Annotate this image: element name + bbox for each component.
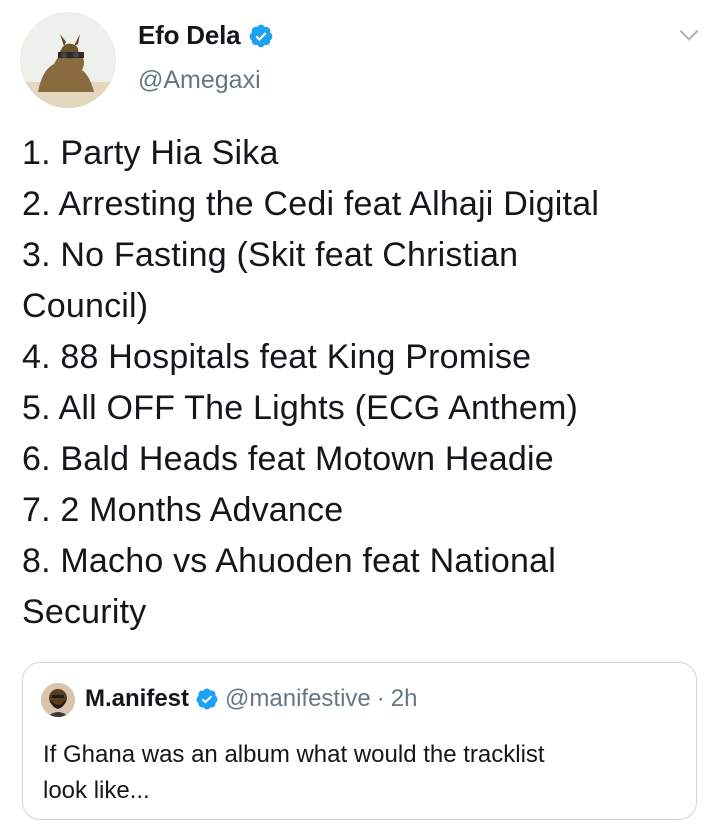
quoted-tweet-header: M.anifest @manifestive · 2h xyxy=(85,685,417,713)
tweet-line: Security xyxy=(22,593,147,631)
tweet-line: 3. No Fasting (Skit feat Christian xyxy=(22,236,519,274)
avatar-image xyxy=(20,12,116,108)
tweet-line: 7. 2 Months Advance xyxy=(22,491,344,529)
tweet-line: 6. Bald Heads feat Motown Headie xyxy=(22,440,554,478)
quoted-text-line: look like... xyxy=(43,777,150,804)
quoted-separator: · xyxy=(376,685,385,712)
tweet-line: 4. 88 Hospitals feat King Promise xyxy=(22,338,532,376)
verified-badge-icon xyxy=(250,24,273,47)
tweet-line: 1. Party Hia Sika xyxy=(22,134,279,172)
author-display-name[interactable]: Efo Dela xyxy=(138,20,241,51)
author-name-row: Efo Dela xyxy=(138,20,274,51)
quoted-timestamp: 2h xyxy=(390,685,418,712)
tweet-line: 2. Arresting the Cedi feat Alhaji Digita… xyxy=(22,185,600,223)
tweet-line: 5. All OFF The Lights (ECG Anthem) xyxy=(22,389,579,427)
tweet-line: 8. Macho vs Ahuoden feat National xyxy=(22,542,556,580)
author-avatar[interactable] xyxy=(20,12,116,108)
quoted-avatar-image xyxy=(41,683,75,717)
quoted-tweet-text: If Ghana was an album what would the tra… xyxy=(43,737,683,809)
quoted-author-avatar xyxy=(41,683,75,717)
quoted-tweet-card[interactable]: M.anifest @manifestive · 2h If Ghana was… xyxy=(22,662,697,820)
tweet-text: 1. Party Hia Sika 2. Arresting the Cedi … xyxy=(22,128,712,638)
author-handle[interactable]: @Amegaxi xyxy=(138,66,261,95)
quoted-text-line: If Ghana was an album what would the tra… xyxy=(43,741,545,768)
verified-badge-icon xyxy=(196,688,218,710)
tweet-line: Council) xyxy=(22,287,149,325)
quoted-display-name: M.anifest xyxy=(85,685,190,712)
quoted-handle: @manifestive xyxy=(225,685,371,712)
chevron-down-icon[interactable] xyxy=(676,22,702,48)
